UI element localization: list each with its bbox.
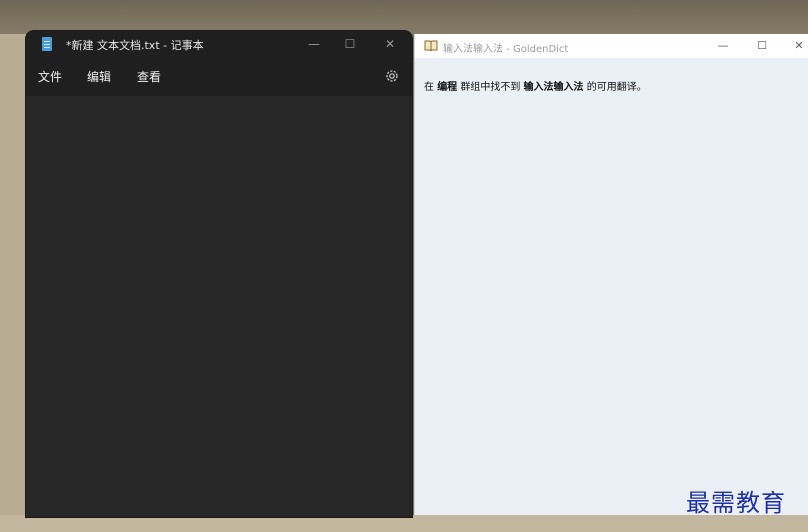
gd-minimize-button[interactable]: — [712,37,734,55]
notepad-menubar: 文件 编辑 查看 [26,58,412,96]
gd-maximize-button[interactable]: ☐ [751,37,773,55]
message-suffix: 的可用翻译。 [583,82,647,93]
gear-icon[interactable] [384,68,400,84]
desktop-background-left [0,34,26,532]
notepad-window: *新建 文本文档.txt - 记事本 — ☐ ✕ 文件 编辑 查看 [26,31,412,517]
menu-file[interactable]: 文件 [38,68,62,85]
menu-edit[interactable]: 编辑 [87,68,111,85]
goldendict-titlebar[interactable]: 输入法输入法 - GoldenDict — ☐ ✕ [415,34,808,58]
minimize-button[interactable]: — [302,35,326,53]
goldendict-article-view[interactable]: 在 编程 群组中找不到 输入法输入法 的可用翻译。 [415,58,808,515]
desktop-background [0,0,808,34]
menu-view[interactable]: 查看 [137,68,161,85]
notepad-app-icon [42,37,52,51]
close-button[interactable]: ✕ [378,35,402,53]
no-translation-message: 在 编程 群组中找不到 输入法输入法 的可用翻译。 [424,78,647,93]
message-word: 输入法输入法 [523,82,584,93]
goldendict-window-title: 输入法输入法 - GoldenDict [443,44,569,55]
notepad-window-title: *新建 文本文档.txt - 记事本 [66,39,204,52]
message-group: 编程 [437,82,458,93]
book-icon [424,40,438,51]
notepad-titlebar[interactable]: *新建 文本文档.txt - 记事本 — ☐ ✕ [26,31,412,58]
watermark-logo: 最需教育 [686,489,786,517]
message-prefix: 在 [424,82,438,93]
goldendict-window: 输入法输入法 - GoldenDict — ☐ ✕ 在 编程 群组中找不到 输入… [414,34,808,515]
message-mid: 群组中找不到 [457,82,524,93]
notepad-text-area[interactable] [26,96,412,517]
gd-close-button[interactable]: ✕ [788,37,808,55]
maximize-button[interactable]: ☐ [338,35,362,53]
